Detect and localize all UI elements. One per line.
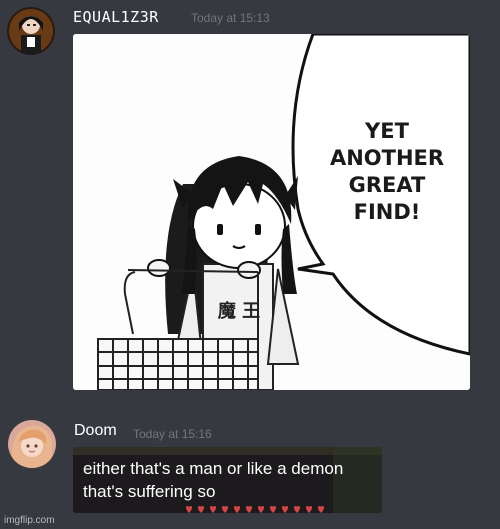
username-doom[interactable]: Doom (74, 422, 117, 440)
manga-image-attachment[interactable]: YET ANOTHER GREAT FIND! 魔 王 (73, 34, 470, 390)
caption-image-attachment[interactable]: either that's a man or like a demon that… (73, 447, 382, 513)
timestamp-equal1z3r: Today at 15:13 (191, 11, 270, 25)
manga-panel: YET ANOTHER GREAT FIND! 魔 王 (73, 34, 470, 390)
caption-line-2: that's suffering so (83, 482, 216, 501)
message-doom: Doom Today at 15:16 either that's a man … (0, 400, 500, 529)
speech-line-1: YET (364, 119, 410, 143)
message-equal1z3r: EQUAL1Z3R Today at 15:13 YET ANOTHER GRE… (0, 0, 500, 400)
username-equal1z3r[interactable]: EQUAL1Z3R (73, 8, 159, 26)
hearts-row (186, 506, 324, 513)
caption-line-1: either that's a man or like a demon (83, 459, 344, 478)
speech-line-2: ANOTHER (330, 146, 444, 170)
speech-line-4: FIND! (354, 200, 421, 224)
timestamp-doom: Today at 15:16 (133, 427, 212, 441)
avatar-doom[interactable] (8, 420, 56, 468)
avatar-image (8, 420, 56, 468)
avatar-image (7, 7, 55, 55)
shirt-text: 魔 王 (218, 300, 260, 322)
imgflip-watermark: imgflip.com (4, 515, 55, 526)
heart-icons (186, 506, 324, 513)
caption-background (73, 447, 382, 513)
speech-line-3: GREAT (349, 173, 426, 197)
avatar-equal1z3r[interactable] (7, 7, 55, 55)
